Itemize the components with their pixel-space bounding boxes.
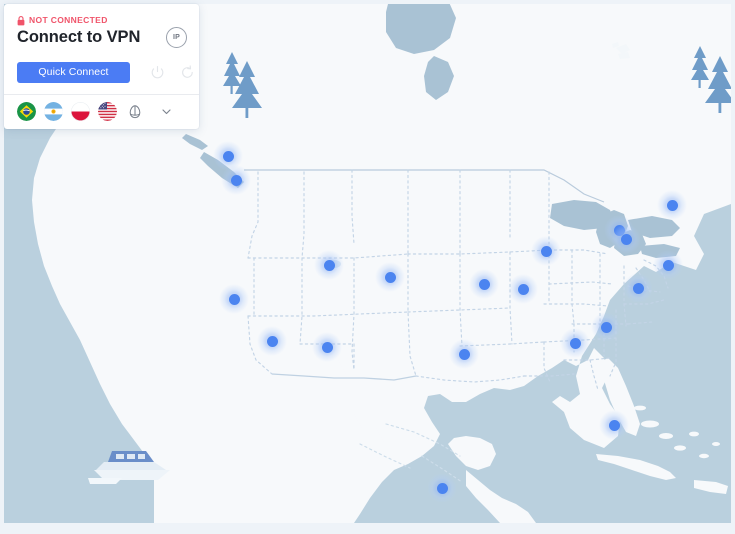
poland-flag-icon xyxy=(71,102,90,121)
globe-icon xyxy=(129,104,140,118)
all-countries-button[interactable] xyxy=(125,102,144,121)
pin-los-angeles[interactable] xyxy=(257,326,287,356)
lock-icon xyxy=(17,15,25,25)
argentina-flag-icon xyxy=(44,102,63,121)
pin-washington-dc[interactable] xyxy=(623,273,653,303)
chevron-down-icon xyxy=(162,109,171,115)
pin-seattle[interactable] xyxy=(221,165,251,195)
flag-poland[interactable] xyxy=(71,102,90,121)
ip-address-button[interactable]: IP xyxy=(166,27,187,48)
quick-country-list xyxy=(4,95,199,129)
pin-detroit[interactable] xyxy=(611,224,641,254)
united-states-flag-icon xyxy=(98,102,117,121)
status-label: NOT CONNECTED xyxy=(29,15,108,25)
flag-brazil[interactable] xyxy=(17,102,36,121)
pin-new-york[interactable] xyxy=(653,250,683,280)
pin-toronto[interactable] xyxy=(657,190,687,220)
panel-header: Connect to VPN IP xyxy=(17,27,187,48)
pin-kansas-city[interactable] xyxy=(469,269,499,299)
page-title: Connect to VPN xyxy=(17,28,141,46)
pin-salt-lake-city[interactable] xyxy=(314,250,344,280)
refresh-button[interactable] xyxy=(176,61,198,83)
brazil-flag-icon xyxy=(17,102,36,121)
panel-top-section: NOT CONNECTED Connect to VPN IP Quick Co… xyxy=(4,4,199,94)
application-window: NOT CONNECTED Connect to VPN IP Quick Co… xyxy=(0,0,735,534)
flag-argentina[interactable] xyxy=(44,102,63,121)
pin-dallas[interactable] xyxy=(449,339,479,369)
quick-connect-button[interactable]: Quick Connect xyxy=(17,61,130,83)
pin-miami[interactable] xyxy=(599,410,629,440)
panel-actions: Quick Connect xyxy=(17,61,193,83)
pin-denver[interactable] xyxy=(375,262,405,292)
pin-phoenix[interactable] xyxy=(312,332,342,362)
power-icon xyxy=(151,65,163,78)
refresh-icon xyxy=(181,64,193,78)
power-button[interactable] xyxy=(146,61,168,83)
expand-country-list-button[interactable] xyxy=(157,102,176,121)
pin-minneapolis[interactable] xyxy=(531,236,561,266)
pin-nashville[interactable] xyxy=(560,328,590,358)
vpn-connection-panel: NOT CONNECTED Connect to VPN IP Quick Co… xyxy=(4,4,199,129)
connection-status: NOT CONNECTED xyxy=(17,15,187,26)
pin-st-louis[interactable] xyxy=(508,274,538,304)
ip-badge-label: IP xyxy=(172,33,180,41)
pin-san-francisco[interactable] xyxy=(219,284,249,314)
flag-united-states[interactable] xyxy=(98,102,117,121)
pin-atlanta[interactable] xyxy=(591,312,621,342)
pin-mexico-city[interactable] xyxy=(427,473,457,503)
